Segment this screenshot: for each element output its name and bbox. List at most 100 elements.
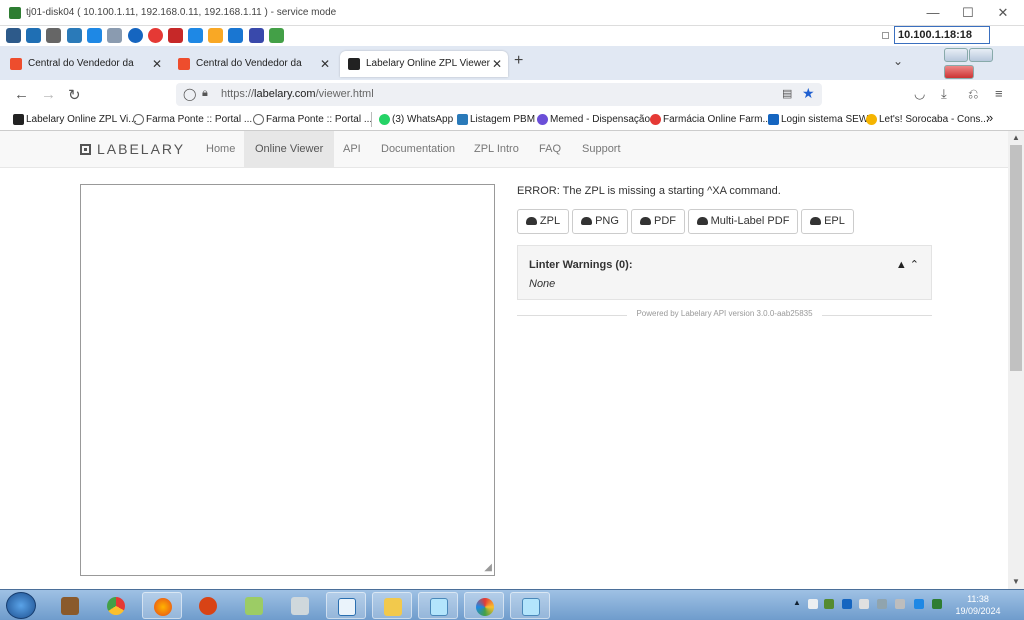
start-button[interactable]: [6, 592, 36, 619]
close-button[interactable]: ✕: [988, 4, 1018, 22]
nav-api[interactable]: API: [332, 131, 372, 168]
back-icon[interactable]: ←: [14, 86, 29, 103]
download-pdf-button[interactable]: PDF: [631, 209, 685, 234]
download-png-button[interactable]: PNG: [572, 209, 628, 234]
toolbar-monitor-icon[interactable]: [188, 28, 203, 43]
outer-minimize-button[interactable]: [944, 48, 968, 62]
resize-grip-icon[interactable]: ◢: [484, 562, 492, 573]
bookmark-item[interactable]: Farmácia Online Farm...: [650, 114, 771, 125]
bookmark-item[interactable]: Memed - Dispensação: [537, 114, 650, 125]
toolbar-file-icon[interactable]: [168, 28, 183, 43]
download-multi-label-pdf-button[interactable]: Multi-Label PDF: [688, 209, 798, 234]
bookmarks-overflow-button[interactable]: »: [986, 110, 993, 125]
toolbar-info-icon[interactable]: [128, 28, 143, 43]
toolbar-stop-icon[interactable]: [148, 28, 163, 43]
outer-restore-button[interactable]: [969, 48, 993, 62]
firefox-icon: [154, 598, 172, 616]
download-icon[interactable]: ⤓: [941, 86, 947, 102]
new-tab-button[interactable]: +: [514, 52, 523, 70]
tab-shopee-1[interactable]: Central do Vendedor da Shopee ✕: [2, 51, 168, 95]
bookmark-item[interactable]: Listagem PBM: [457, 114, 535, 125]
tray-brazil-flag-icon[interactable]: [932, 599, 942, 609]
tray-volume-icon[interactable]: [877, 599, 887, 609]
taskbar-app-firefox[interactable]: [142, 592, 182, 619]
nav-home[interactable]: Home: [195, 131, 246, 168]
cloud-download-icon: [525, 217, 537, 225]
close-tab-icon[interactable]: ✕: [152, 51, 162, 77]
nav-zpl-intro[interactable]: ZPL Intro: [463, 131, 530, 168]
reader-mode-icon[interactable]: ▤: [782, 87, 792, 100]
toolbar-refresh-icon[interactable]: [67, 28, 82, 43]
tray-expand-icon[interactable]: ▲: [793, 598, 803, 608]
ip-address-box[interactable]: 10.100.1.18:18: [894, 26, 990, 44]
shield-icon[interactable]: ◯: [183, 87, 196, 101]
nav-documentation[interactable]: Documentation: [370, 131, 466, 168]
toolbar-folder-icon[interactable]: [208, 28, 223, 43]
taskbar-app-vidalink[interactable]: [326, 592, 366, 619]
bookmark-item[interactable]: Farma Ponte :: Portal ...: [133, 114, 252, 125]
bookmark-item[interactable]: (3) WhatsApp: [379, 114, 453, 125]
toolbar-camera-icon[interactable]: [228, 28, 243, 43]
tray-network-icon[interactable]: [859, 599, 869, 609]
extensions-icon[interactable]: ⎌: [968, 86, 978, 102]
tray-shield-icon[interactable]: [842, 599, 852, 609]
tab-labelary[interactable]: Labelary Online ZPL Viewer ✕: [340, 51, 508, 77]
close-tab-icon[interactable]: ✕: [320, 51, 330, 77]
linter-title: Linter Warnings (0):: [529, 259, 633, 271]
tray-app-icon[interactable]: [824, 599, 834, 609]
tray-z-icon[interactable]: [914, 599, 924, 609]
url-bar[interactable]: ◯ 🔒︎ https://labelary.com/viewer.html ▤ …: [176, 83, 822, 106]
scroll-up-icon[interactable]: ▲: [1012, 133, 1020, 142]
vidalink-icon: [338, 598, 356, 616]
taskbar-app-paint[interactable]: [464, 592, 504, 619]
toolbar-chat-icon[interactable]: [269, 28, 284, 43]
tray-printer-icon[interactable]: [808, 599, 818, 609]
bookmark-star-icon[interactable]: ★: [802, 85, 815, 102]
vertical-scrollbar[interactable]: ▲ ▼: [1008, 131, 1024, 589]
bookmark-item[interactable]: Labelary Online ZPL Vi...: [13, 114, 137, 125]
site-logo[interactable]: LABELARY: [80, 141, 185, 157]
nav-faq[interactable]: FAQ: [528, 131, 572, 168]
toolbar-network-icon[interactable]: [249, 28, 264, 43]
labelary-favicon-icon: [13, 114, 24, 125]
maximize-button[interactable]: ☐: [953, 4, 983, 22]
warning-collapse-icon[interactable]: ▲ ⌃: [896, 258, 919, 271]
taskbar-app-window2[interactable]: [510, 592, 550, 619]
taskbar-app-folder[interactable]: [372, 592, 412, 619]
toolbar-windows-icon[interactable]: [87, 28, 102, 43]
download-epl-button[interactable]: EPL: [801, 209, 854, 234]
lock-icon[interactable]: 🔒︎: [202, 87, 208, 100]
pocket-icon[interactable]: ◡: [914, 86, 925, 102]
bookmark-item[interactable]: Let's! Sorocaba - Cons...: [866, 114, 989, 125]
taskbar-app-chrome[interactable]: [96, 592, 136, 619]
reload-icon[interactable]: ↻: [68, 86, 81, 104]
taskbar-app-seven[interactable]: [234, 592, 274, 619]
taskbar-app-briefcase[interactable]: [50, 592, 90, 619]
taskbar-app-printer[interactable]: [280, 592, 320, 619]
bookmark-separator: [371, 112, 372, 127]
bookmark-item[interactable]: Farma Ponte :: Portal ...: [253, 114, 372, 125]
scrollbar-thumb[interactable]: [1010, 145, 1022, 371]
toolbar-connect-icon[interactable]: [6, 28, 21, 43]
toolbar-window-icon[interactable]: [107, 28, 122, 43]
forward-icon[interactable]: →: [41, 86, 56, 103]
zpl-editor-textarea[interactable]: ◢: [80, 184, 495, 576]
taskbar-app-window[interactable]: [418, 592, 458, 619]
minimize-button[interactable]: —: [918, 4, 948, 22]
tab-shopee-2[interactable]: Central do Vendedor da Shopee ✕: [170, 51, 336, 95]
scroll-down-icon[interactable]: ▼: [1012, 577, 1020, 586]
tray-keyboard-icon[interactable]: [895, 599, 905, 609]
taskbar-clock[interactable]: 11:38 19/09/2024: [950, 593, 1006, 617]
nav-online-viewer[interactable]: Online Viewer: [244, 131, 335, 168]
folder-icon: [384, 598, 402, 616]
bookmark-item[interactable]: Login sistema SEW: [768, 114, 868, 125]
toolbar-settings-icon[interactable]: [46, 28, 61, 43]
toolbar-screen-icon[interactable]: [26, 28, 41, 43]
menu-icon[interactable]: ≡: [995, 86, 1003, 101]
download-zpl-button[interactable]: ZPL: [517, 209, 569, 234]
outer-close-button[interactable]: [944, 65, 974, 79]
close-tab-icon[interactable]: ✕: [492, 51, 502, 77]
tab-list-button[interactable]: ⌄: [893, 54, 903, 68]
taskbar-app-user[interactable]: [188, 592, 228, 619]
nav-support[interactable]: Support: [571, 131, 632, 168]
